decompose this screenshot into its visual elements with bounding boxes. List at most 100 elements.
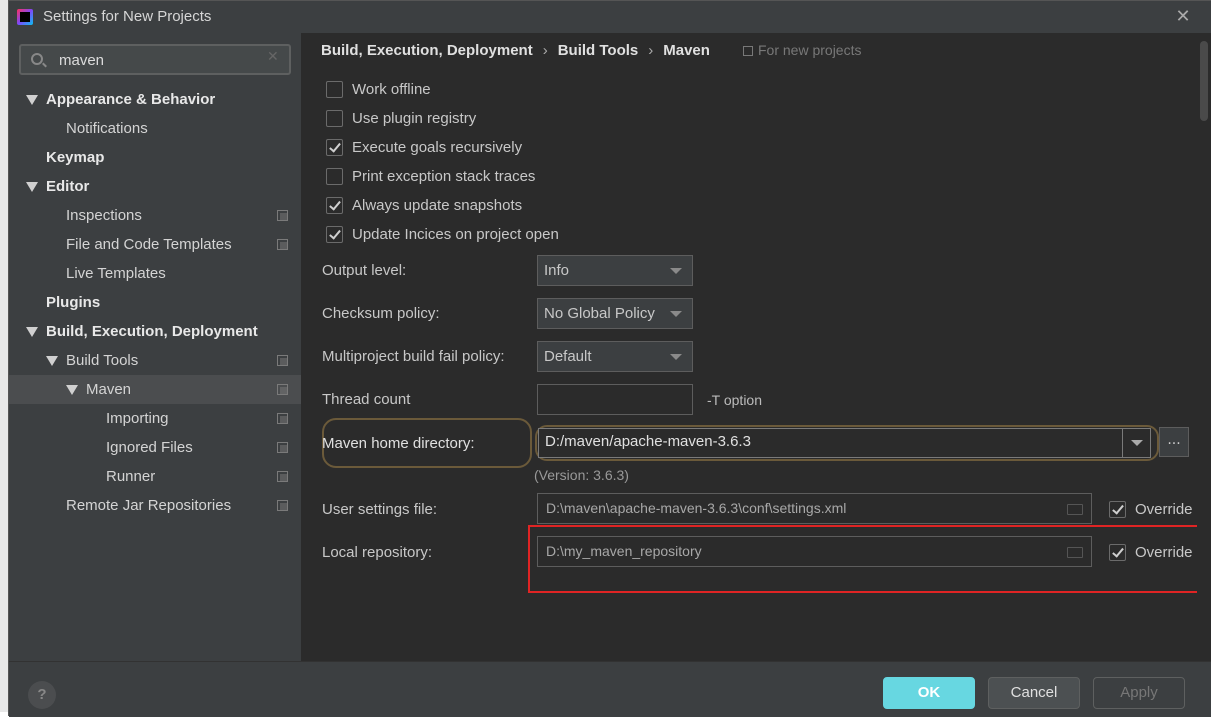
sidebar-item-ignored-files[interactable]: Ignored Files [9,433,301,462]
project-settings-icon [277,355,288,366]
ok-button[interactable]: OK [883,677,975,709]
sidebar-item-build-execution-deployment[interactable]: Build, Execution, Deployment [9,317,301,346]
close-icon[interactable]: ✕ [1171,5,1195,29]
multiproject-fail-policy-label: Multiproject build fail policy: [322,348,505,365]
checkbox[interactable] [1109,543,1126,561]
maven-settings-panel: Build, Execution, Deployment › Build Too… [301,33,1201,661]
user-settings-value: D:\maven\apache-maven-3.6.3\conf\setting… [546,500,847,516]
always-update-snapshots-checkbox[interactable]: Always update snapshots [326,194,522,216]
sidebar-item-appearance-behavior[interactable]: Appearance & Behavior [9,85,301,114]
sidebar-item-editor[interactable]: Editor [9,172,301,201]
sidebar-item-keymap[interactable]: Keymap [9,143,301,172]
checkbox[interactable] [1109,500,1126,518]
chevron-down-icon[interactable] [1122,429,1150,457]
maven-home-combo[interactable]: D:/maven/apache-maven-3.6.3 [538,428,1151,458]
execute-goals-recursively-checkbox[interactable]: Execute goals recursively [326,136,522,158]
folder-icon[interactable] [1067,547,1083,558]
checkbox[interactable] [326,138,343,156]
breadcrumb-item: Maven [663,42,710,59]
search-icon [31,53,43,65]
sidebar-item-label: Notifications [66,120,148,137]
settings-sidebar: ✕ Appearance & Behavior Notifications Ke… [9,33,301,661]
background-window-strip [0,0,8,728]
vertical-scrollbar[interactable] [1197,33,1211,661]
checkbox[interactable] [326,196,343,214]
local-repository-input[interactable]: D:\my_maven_repository [537,536,1092,567]
print-exception-stack-traces-checkbox[interactable]: Print exception stack traces [326,165,535,187]
title-bar: Settings for New Projects ✕ [9,1,1211,33]
expand-arrow-icon[interactable] [26,327,38,337]
user-settings-label: User settings file: [322,501,438,518]
output-level-select[interactable]: Info [537,255,693,286]
expand-arrow-icon[interactable] [66,385,78,395]
breadcrumb-separator: › [542,42,548,59]
sidebar-item-file-code-templates[interactable]: File and Code Templates [9,230,301,259]
breadcrumb-item[interactable]: Build, Execution, Deployment [321,42,533,59]
checkbox[interactable] [326,109,343,127]
sidebar-item-label: Keymap [46,149,105,166]
checkbox-label: Always update snapshots [352,196,523,214]
override-label: Override [1135,500,1193,518]
sidebar-item-label: Plugins [46,294,101,311]
search-input[interactable] [59,50,259,70]
sidebar-item-label: Importing [106,410,169,427]
settings-dialog: Settings for New Projects ✕ ✕ Appearance… [8,0,1211,717]
sidebar-item-inspections[interactable]: Inspections [9,201,301,230]
user-settings-override-checkbox[interactable]: Override [1109,498,1193,520]
project-settings-icon [277,384,288,395]
sidebar-item-label: Editor [46,178,90,195]
sidebar-item-label: Live Templates [66,265,166,282]
checkbox-label: Use plugin registry [352,109,477,127]
use-plugin-registry-checkbox[interactable]: Use plugin registry [326,107,476,129]
expand-arrow-icon[interactable] [46,356,58,366]
sidebar-item-importing[interactable]: Importing [9,404,301,433]
maven-home-label: Maven home directory: [322,435,475,452]
local-repository-value: D:\my_maven_repository [546,543,702,559]
thread-count-input[interactable] [537,384,693,415]
multiproject-fail-policy-select[interactable]: Default [537,341,693,372]
sidebar-item-notifications[interactable]: Notifications [9,114,301,143]
cancel-button[interactable]: Cancel [988,677,1080,709]
sidebar-item-live-templates[interactable]: Live Templates [9,259,301,288]
sidebar-item-label: Inspections [66,207,142,224]
checkbox[interactable] [326,80,343,98]
help-button[interactable]: ? [28,681,56,709]
checksum-policy-select[interactable]: No Global Policy [537,298,693,329]
sidebar-item-plugins[interactable]: Plugins [9,288,301,317]
intellij-logo-icon [17,9,33,25]
checkbox-label: Execute goals recursively [352,138,523,156]
scope-note-text: For new projects [758,42,862,58]
expand-arrow-icon[interactable] [26,182,38,192]
clear-icon[interactable]: ✕ [267,49,279,65]
sidebar-item-label: Maven [86,381,132,398]
local-repository-override-checkbox[interactable]: Override [1109,541,1193,563]
sidebar-item-remote-jar-repositories[interactable]: Remote Jar Repositories [9,491,301,520]
sidebar-item-maven[interactable]: Maven [9,375,301,404]
project-settings-icon [743,46,753,56]
maven-home-value: D:/maven/apache-maven-3.6.3 [545,433,751,450]
update-indices-checkbox[interactable]: Update Incices on project open [326,223,559,245]
scrollbar-thumb[interactable] [1200,41,1208,121]
sidebar-item-label: Build Tools [66,352,139,369]
breadcrumb-item[interactable]: Build Tools [558,42,639,59]
folder-icon[interactable] [1067,504,1083,515]
work-offline-checkbox[interactable]: Work offline [326,78,431,100]
apply-button[interactable]: Apply [1093,677,1185,709]
override-label: Override [1135,543,1193,561]
dialog-footer: ? OK Cancel Apply [9,661,1211,717]
sidebar-item-build-tools[interactable]: Build Tools [9,346,301,375]
checkbox[interactable] [326,167,343,185]
user-settings-input[interactable]: D:\maven\apache-maven-3.6.3\conf\setting… [537,493,1092,524]
sidebar-item-label: Runner [106,468,156,485]
output-level-label: Output level: [322,262,407,279]
search-box[interactable]: ✕ [19,44,291,75]
local-repository-label: Local repository: [322,544,433,561]
thread-count-label: Thread count [322,391,411,408]
expand-arrow-icon[interactable] [26,95,38,105]
sidebar-item-label: Remote Jar Repositories [66,497,232,514]
checkbox[interactable] [326,225,343,243]
browse-button[interactable]: ... [1159,427,1189,457]
window-title: Settings for New Projects [43,8,212,25]
sidebar-item-runner[interactable]: Runner [9,462,301,491]
project-settings-icon [277,239,288,250]
